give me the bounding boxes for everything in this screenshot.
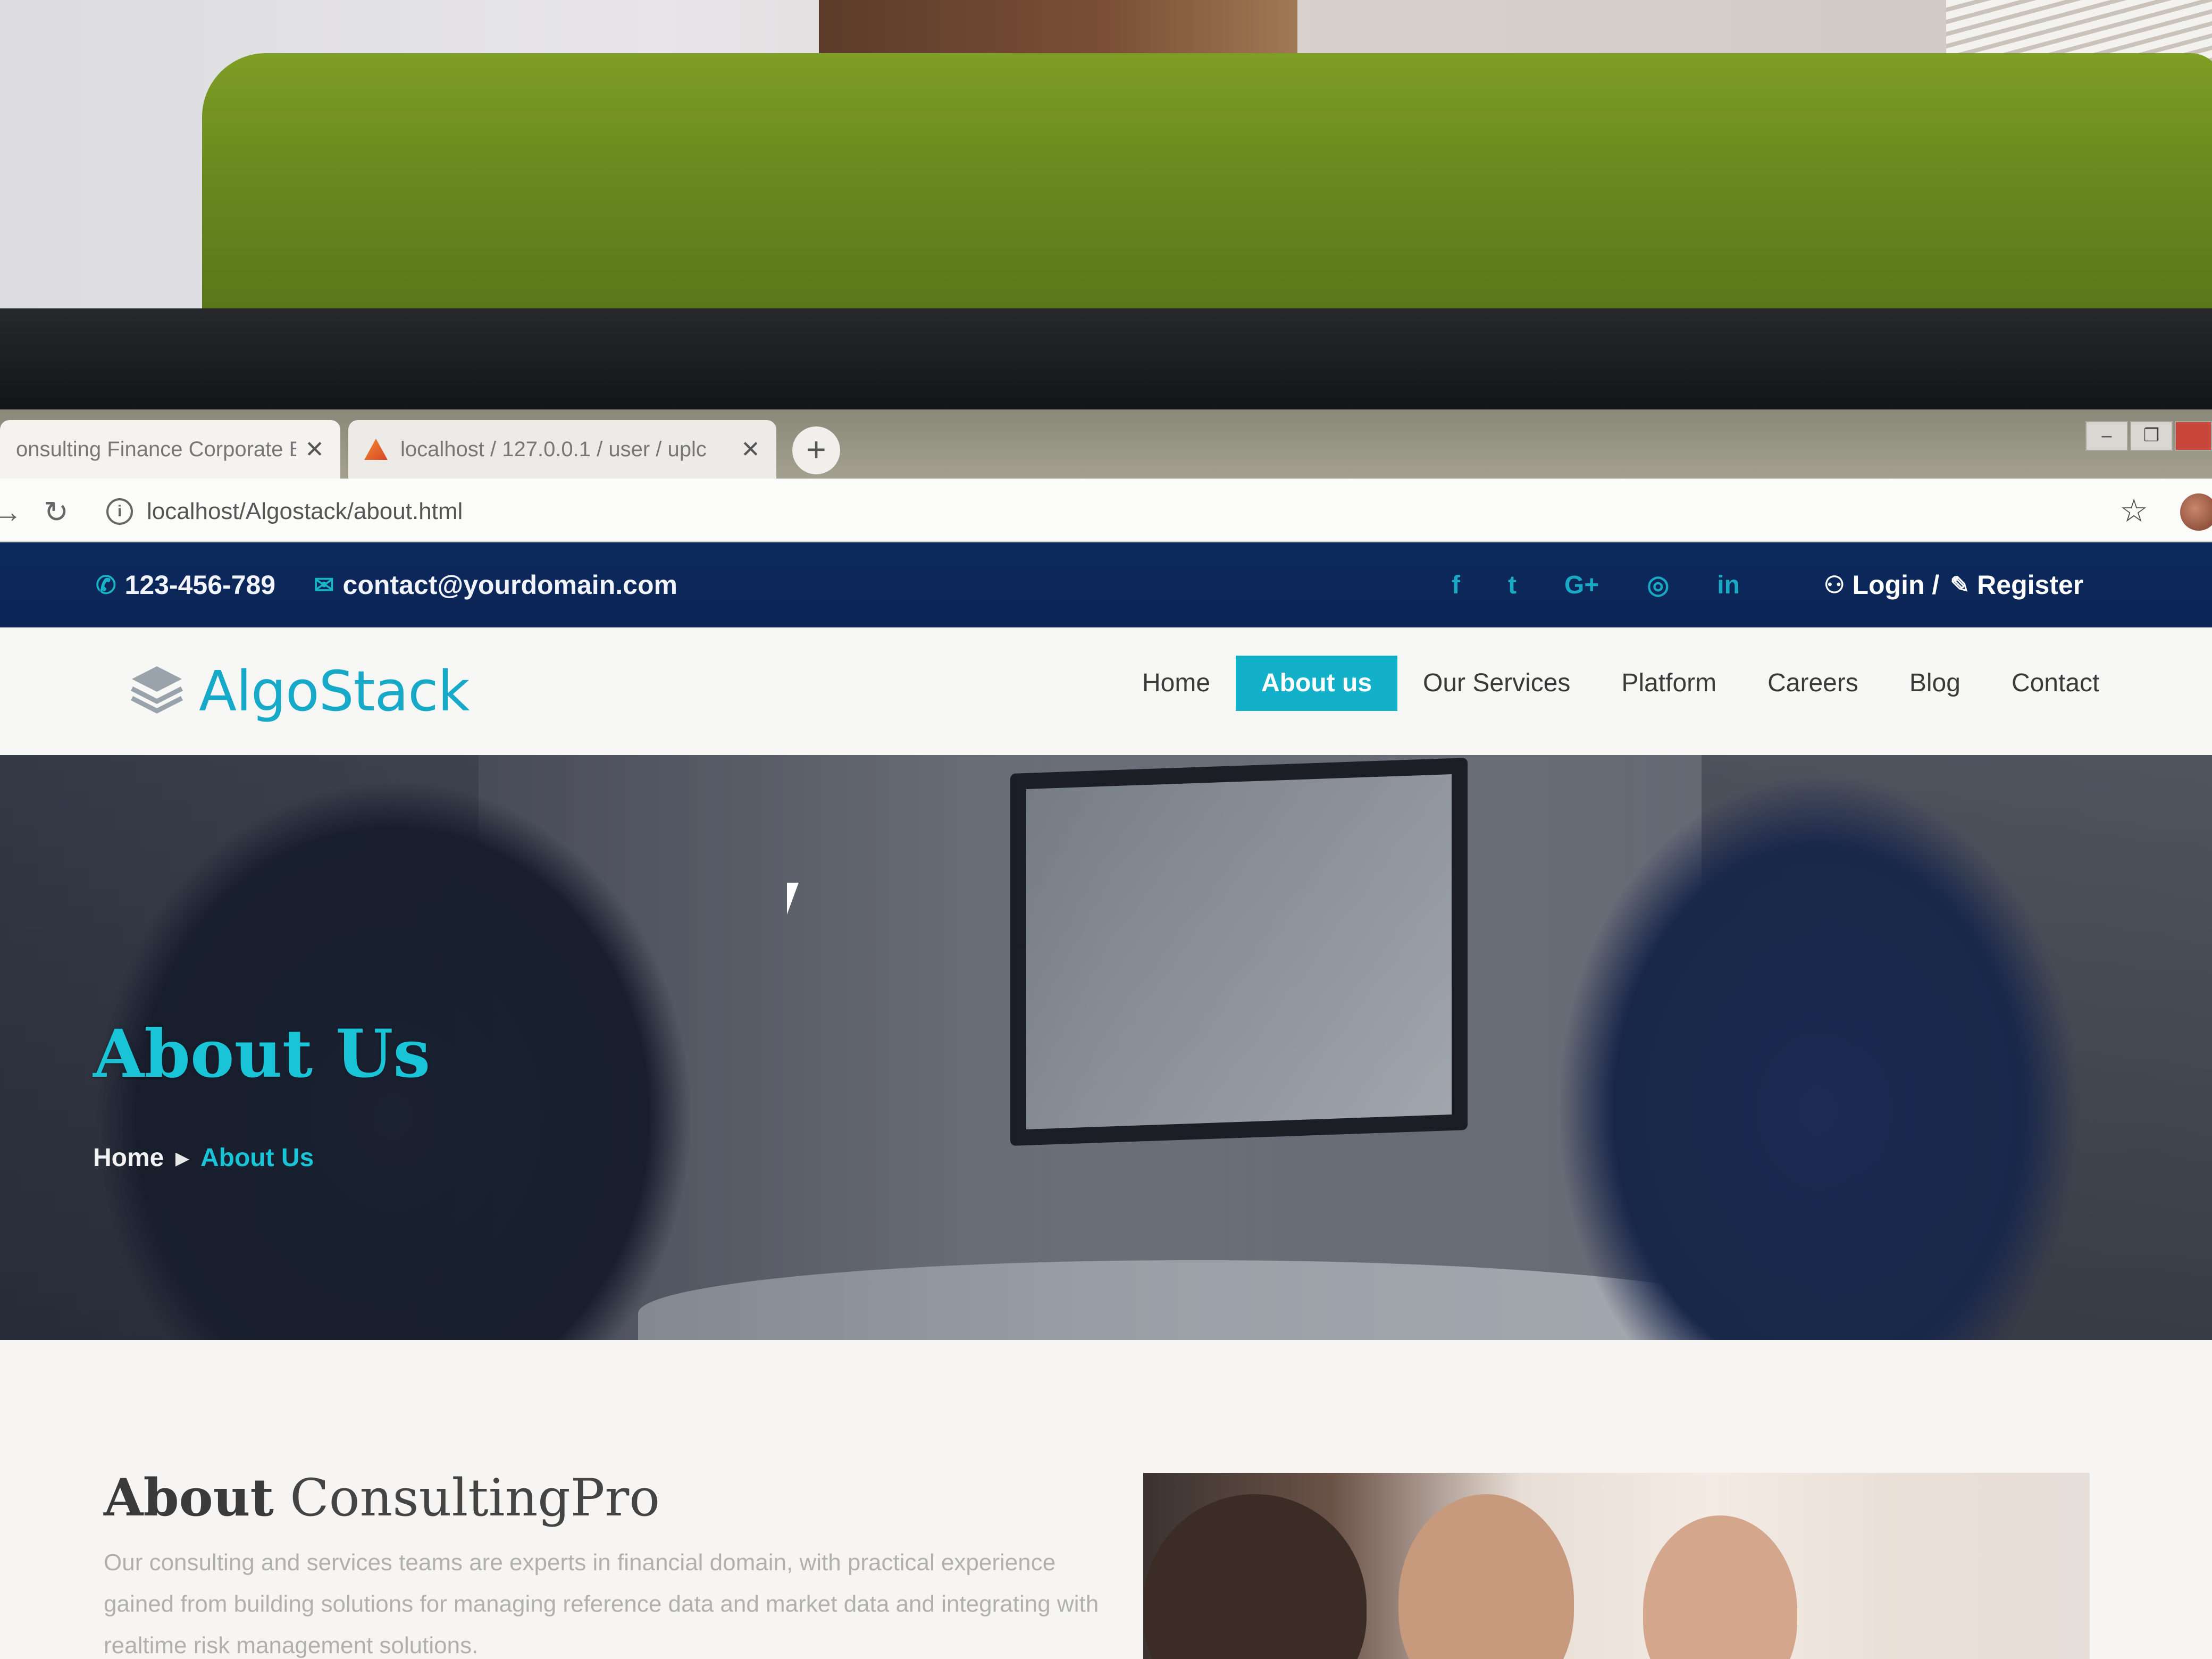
- nav-item-blog[interactable]: Blog: [1884, 656, 1986, 711]
- close-icon[interactable]: ✕: [305, 436, 324, 463]
- phpmyadmin-icon: [364, 439, 388, 460]
- forward-icon[interactable]: →: [0, 495, 22, 529]
- about-paragraph: Our consulting and services teams are ex…: [104, 1549, 1099, 1658]
- maximize-button[interactable]: ❐: [2130, 421, 2173, 451]
- nav-item-home[interactable]: Home: [1117, 656, 1236, 711]
- nav-item-careers[interactable]: Careers: [1742, 656, 1884, 711]
- site-logo[interactable]: AlgoStack: [128, 659, 470, 724]
- site-topbar: ✆ 123-456-789 ✉ contact@yourdomain.com f…: [0, 542, 2212, 627]
- stack-logo-icon: [130, 666, 183, 714]
- person-3-image: [1643, 1515, 1797, 1659]
- minimize-button[interactable]: –: [2085, 421, 2128, 451]
- edit-icon: ✎: [1950, 572, 1970, 598]
- browser-tab-consulting[interactable]: onsulting Finance Corporate B ✕: [0, 420, 340, 479]
- auth-links: ⚇ Login / ✎ Register: [1824, 542, 2083, 627]
- browser-tabstrip: onsulting Finance Corporate B ✕ localhos…: [0, 409, 2212, 479]
- phone-number: 123-456-789: [124, 570, 276, 600]
- url-field[interactable]: i localhost/Algostack/about.html: [106, 493, 2074, 530]
- close-window-button[interactable]: [2175, 421, 2212, 451]
- team-photo: [1143, 1473, 2090, 1659]
- bookmark-star-icon[interactable]: ☆: [2119, 492, 2148, 530]
- site-header: AlgoStack Home About us Our Services Pla…: [0, 627, 2212, 755]
- close-icon[interactable]: ✕: [741, 436, 760, 463]
- avatar[interactable]: [2180, 493, 2212, 531]
- linkedin-icon[interactable]: in: [1717, 571, 1740, 600]
- user-icon: ⚇: [1824, 572, 1845, 598]
- breadcrumb: Home ▶ About Us: [93, 1143, 314, 1172]
- phone-icon: ✆: [96, 571, 116, 599]
- person-2-image: [1398, 1494, 1574, 1659]
- facebook-icon[interactable]: f: [1452, 571, 1460, 600]
- mail-icon: ✉: [314, 571, 334, 599]
- new-tab-button[interactable]: +: [792, 426, 840, 474]
- monitor-screen: onsulting Finance Corporate B ✕ localhos…: [0, 409, 2212, 1659]
- browser-toolbar: → ↻ i localhost/Algostack/about.html ☆: [0, 479, 2212, 542]
- email-address: contact@yourdomain.com: [342, 570, 677, 600]
- nav-item-contact[interactable]: Contact: [1986, 656, 2125, 711]
- window-controls: – ❐: [2083, 421, 2212, 453]
- logo-text: AlgoStack: [199, 659, 470, 724]
- main-navigation: Home About us Our Services Platform Care…: [1117, 654, 2125, 713]
- person-1-image: [1143, 1494, 1367, 1659]
- about-heading-rest: ConsultingPro: [273, 1468, 660, 1528]
- nav-item-platform[interactable]: Platform: [1596, 656, 1742, 711]
- info-icon[interactable]: i: [106, 498, 133, 525]
- green-chair: [202, 53, 2212, 330]
- tab-title: localhost / 127.0.0.1 / user / uplc: [400, 437, 707, 461]
- email-contact[interactable]: ✉ contact@yourdomain.com: [314, 542, 677, 627]
- google-plus-icon[interactable]: G+: [1564, 571, 1599, 600]
- login-link[interactable]: Login /: [1852, 569, 1939, 600]
- about-heading-bold: About: [104, 1468, 274, 1528]
- instagram-icon[interactable]: ◎: [1647, 570, 1669, 600]
- breadcrumb-home-link[interactable]: Home: [93, 1143, 164, 1172]
- door: [819, 0, 1297, 58]
- twitter-icon[interactable]: t: [1508, 571, 1516, 600]
- register-link[interactable]: Register: [1977, 569, 2083, 600]
- phone-contact[interactable]: ✆ 123-456-789: [96, 542, 275, 627]
- breadcrumb-current: About Us: [200, 1144, 314, 1172]
- page-title: About Us: [93, 1016, 431, 1093]
- mouse-cursor-icon: [787, 883, 799, 915]
- social-links: f t G+ ◎ in: [1452, 542, 1740, 627]
- about-heading: About ConsultingPro: [104, 1468, 660, 1528]
- nav-item-about-us[interactable]: About us: [1236, 656, 1398, 711]
- nav-item-our-services[interactable]: Our Services: [1397, 656, 1596, 711]
- tab-title: onsulting Finance Corporate B: [16, 437, 297, 461]
- url-text: localhost/Algostack/about.html: [147, 498, 463, 524]
- breadcrumb-arrow-icon: ▶: [175, 1148, 189, 1168]
- browser-tab-phpmyadmin[interactable]: localhost / 127.0.0.1 / user / uplc ✕: [348, 420, 776, 479]
- reload-icon[interactable]: ↻: [44, 495, 69, 530]
- monitor-bezel: [0, 308, 2212, 415]
